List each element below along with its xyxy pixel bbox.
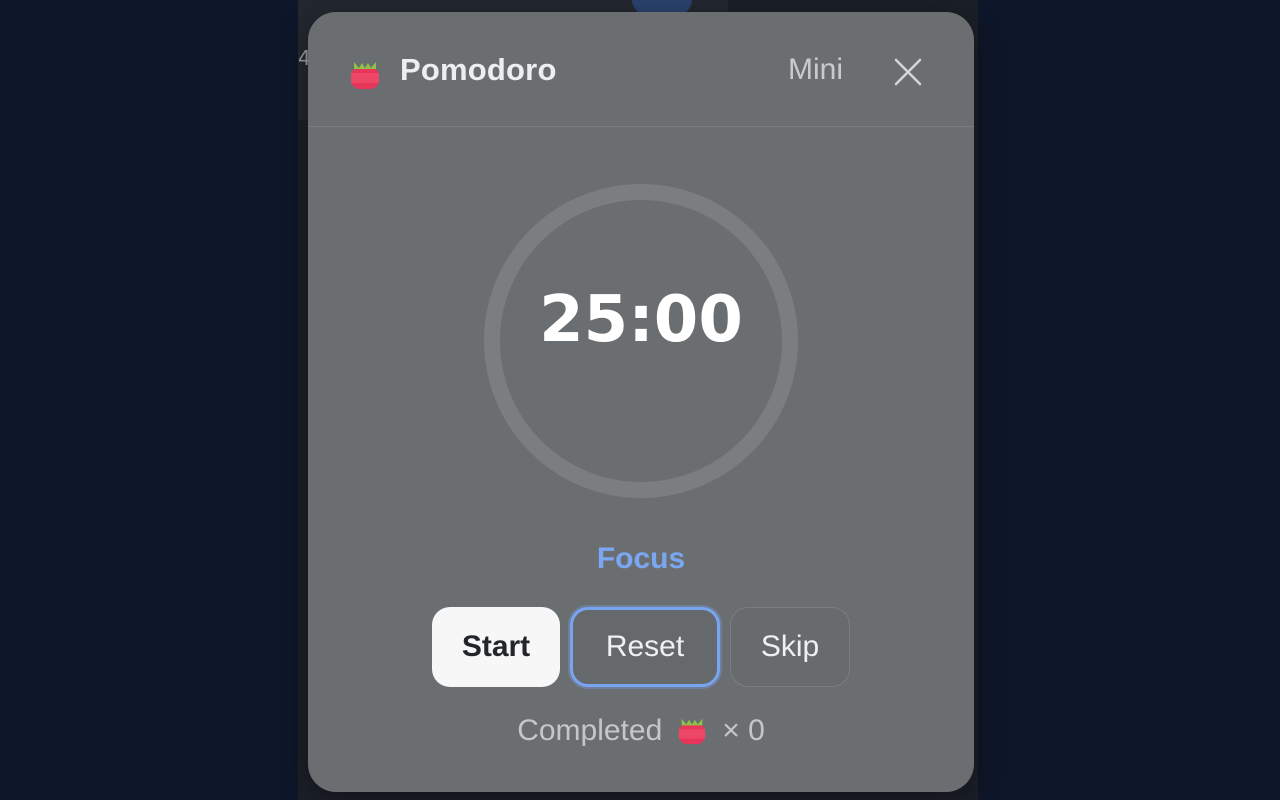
mode-label: Focus	[596, 542, 686, 575]
close-button[interactable]	[886, 50, 930, 94]
tomato-icon	[351, 62, 379, 89]
completed-label: Completed	[517, 714, 663, 747]
skip-button[interactable]: Skip	[730, 607, 850, 687]
app-title: Pomodoro	[400, 52, 557, 87]
timer-display: 25:00	[539, 283, 743, 357]
completed-count: × 0	[722, 714, 765, 747]
tomato-icon	[679, 718, 706, 745]
close-icon	[894, 58, 922, 86]
completed-counter: Completed × 0	[308, 714, 974, 748]
reset-button[interactable]: Reset	[570, 607, 720, 687]
pomodoro-panel: Pomodoro Mini 25:00 Focus Start Reset Sk…	[308, 12, 974, 792]
start-button[interactable]: Start	[432, 607, 560, 687]
mini-mode-button[interactable]: Mini	[782, 50, 849, 90]
panel-header: Pomodoro Mini	[308, 12, 974, 127]
